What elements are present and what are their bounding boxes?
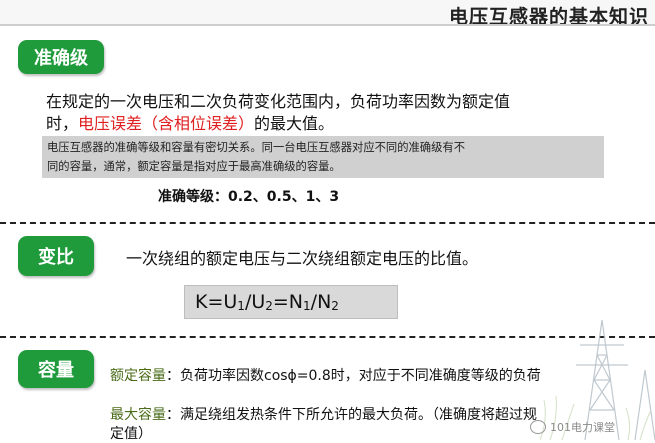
ratio-tag: 变比 — [18, 236, 94, 276]
header-bar: 电压互感器的基本知识 — [0, 0, 655, 28]
max-capacity-label: 最大容量 — [110, 407, 166, 423]
ratio-description: 一次绕组的额定电压与二次绕组额定电压的比值。 — [126, 249, 479, 268]
rated-capacity-label: 额定容量 — [110, 368, 166, 384]
accuracy-note-line1: 电压互感器的准确等级和容量有密切关系。同一台电压互感器对应不同的准确级有不 — [47, 141, 465, 154]
rated-capacity-line: 额定容量：负荷功率因数cosϕ=0.8时，对应于不同准确度等级的负荷 — [110, 368, 541, 384]
watermark: 101电力课堂 — [530, 419, 615, 435]
section-divider-1 — [0, 222, 655, 224]
accuracy-class-tag: 准确级 — [18, 40, 104, 74]
accuracy-classes: 准确等级：0.2、0.5、1、3 — [158, 189, 340, 205]
wechat-icon — [530, 420, 546, 434]
max-capacity-line2: 定值） — [110, 426, 152, 442]
voltage-error-highlight: 电压误差（含相位误差） — [78, 114, 255, 133]
accuracy-definition-line1: 在规定的一次电压和二次负荷变化范围内，负荷功率因数为额定值 — [46, 92, 511, 111]
header-divider — [0, 24, 655, 26]
max-capacity-line: 最大容量：满足绕组发热条件下所允许的最大负荷。（准确度将超过规 — [110, 407, 537, 423]
accuracy-definition-line2: 时，电压误差（含相位误差）的最大值。 — [46, 114, 335, 133]
capacity-tag: 容量 — [18, 350, 94, 388]
ratio-formula: K=U 1/U 2 =N 1/N 2 — [184, 285, 398, 319]
accuracy-note-line2: 同的容量，通常，额定容量是指对应于最高准确级的容量。 — [47, 160, 341, 173]
